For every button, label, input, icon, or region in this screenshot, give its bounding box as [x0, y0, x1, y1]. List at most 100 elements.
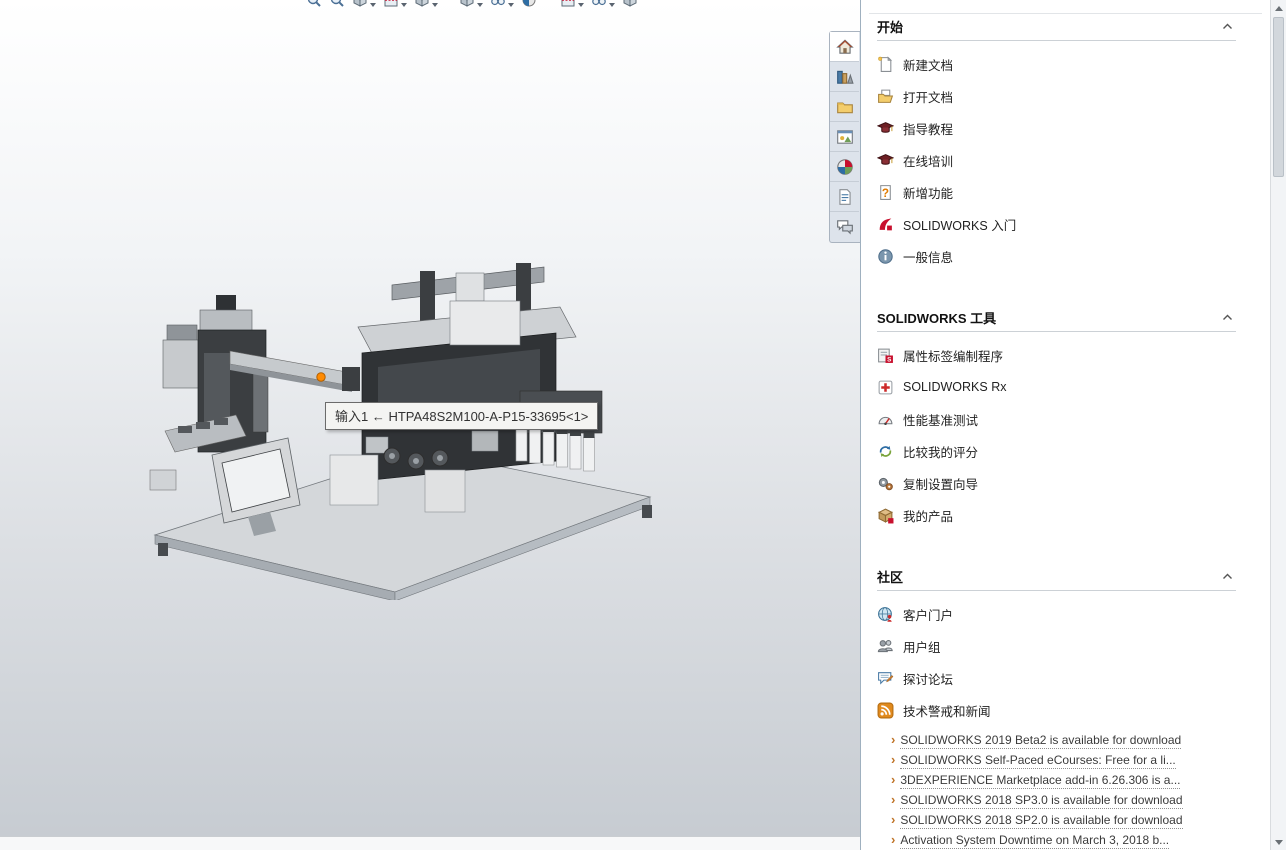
tab-home[interactable]	[830, 32, 859, 62]
news-link[interactable]: SOLIDWORKS 2019 Beta2 is available for d…	[900, 733, 1182, 749]
section-header[interactable]: 开始	[877, 14, 1236, 41]
taskpane-item[interactable]: 属性标签编制程序	[877, 339, 1236, 371]
tab-custom-properties[interactable]	[830, 182, 859, 212]
link-bullet-icon: ›	[891, 752, 896, 767]
graphics-area[interactable]: 输入1 ← HTPA48S2M100-A-P15-33695<1>	[0, 0, 861, 836]
item-label: 指导教程	[903, 122, 954, 137]
item-label: 技术警戒和新闻	[903, 704, 991, 719]
general-info-icon	[877, 248, 894, 265]
edit-appearance-button[interactable]	[521, 0, 537, 10]
news-link[interactable]: 3DEXPERIENCE Marketplace add-in 6.26.306…	[900, 773, 1181, 789]
taskpane-item[interactable]: 技术警戒和新闻	[877, 694, 1236, 726]
taskpane-item[interactable]: SOLIDWORKS 入门	[877, 208, 1236, 240]
taskpane-item[interactable]: 我的产品	[877, 499, 1236, 531]
custom-properties-icon	[836, 188, 854, 206]
news-link[interactable]: SOLIDWORKS 2018 SP3.0 is available for d…	[900, 793, 1183, 809]
tab-design-library[interactable]	[830, 62, 859, 92]
section-header[interactable]: 社区	[877, 564, 1236, 591]
taskpane-item[interactable]: 比较我的评分	[877, 435, 1236, 467]
link-bullet-icon: ›	[891, 832, 896, 847]
section-title: SOLIDWORKS 工具	[877, 311, 997, 326]
taskpane-scrollbar[interactable]	[1270, 0, 1286, 850]
taskpane-item[interactable]: 在线培训	[877, 144, 1236, 176]
section-view-button[interactable]	[383, 0, 407, 10]
apply-scene-button[interactable]	[560, 0, 584, 10]
view-orientation-button[interactable]	[414, 0, 438, 10]
section-header[interactable]: SOLIDWORKS 工具	[877, 305, 1236, 332]
taskpane-item[interactable]: 客户门户	[877, 598, 1236, 630]
tab-file-explorer[interactable]	[830, 92, 859, 122]
display-style-button[interactable]	[459, 0, 483, 10]
taskpane-item[interactable]: 性能基准测试	[877, 403, 1236, 435]
appearances-icon	[836, 158, 854, 176]
copy-settings-wizard-icon	[877, 475, 894, 492]
taskpane-item[interactable]: 指导教程	[877, 112, 1236, 144]
whats-new-icon	[877, 184, 894, 201]
news-item[interactable]: › Activation System Downtime on March 3,…	[891, 832, 1250, 850]
display-style-icon	[459, 0, 475, 8]
view-palette-icon	[836, 128, 854, 146]
news-link[interactable]: SOLIDWORKS 2018 SP2.0 is available for d…	[900, 813, 1183, 829]
item-label: 新建文档	[903, 58, 954, 73]
scroll-up-button[interactable]	[1271, 0, 1286, 16]
news-item[interactable]: › SOLIDWORKS 2018 SP3.0 is available for…	[891, 792, 1250, 812]
item-label: 新增功能	[903, 186, 954, 201]
status-bar	[0, 836, 860, 850]
sw-rx-icon	[877, 379, 894, 396]
previous-view-button[interactable]	[352, 0, 376, 10]
arrow-up-icon	[1274, 5, 1283, 11]
link-bullet-icon: ›	[891, 772, 896, 787]
zoom-fit-button[interactable]	[329, 0, 345, 10]
taskpane-item[interactable]: 新增功能	[877, 176, 1236, 208]
item-label: 比较我的评分	[903, 445, 979, 460]
collapse-chevron-icon[interactable]	[1221, 572, 1234, 581]
taskpane-section: 社区 客户门户 用户组 探讨论坛 技术警戒和新闻	[877, 564, 1236, 726]
taskpane-tabs	[829, 31, 860, 243]
taskpane-item[interactable]: 新建文档	[877, 48, 1236, 80]
collapse-chevron-icon[interactable]	[1221, 313, 1234, 322]
camera-icon	[622, 0, 638, 8]
taskpane-item[interactable]: 一般信息	[877, 240, 1236, 272]
collapse-chevron-icon[interactable]	[1221, 22, 1234, 31]
news-link[interactable]: Activation System Downtime on March 3, 2…	[900, 833, 1170, 849]
zoom-area-icon	[306, 0, 322, 8]
camera-button[interactable]	[622, 0, 638, 10]
item-label: 一般信息	[903, 250, 954, 265]
dropdown-caret-icon[interactable]	[370, 3, 376, 7]
scroll-down-button[interactable]	[1271, 834, 1286, 850]
home-icon	[836, 38, 854, 56]
taskpane-item[interactable]: 探讨论坛	[877, 662, 1236, 694]
taskpane-item[interactable]: 用户组	[877, 630, 1236, 662]
news-item[interactable]: › SOLIDWORKS 2018 SP2.0 is available for…	[891, 812, 1250, 832]
item-label: 属性标签编制程序	[903, 349, 1004, 364]
news-item[interactable]: › SOLIDWORKS Self-Paced eCourses: Free f…	[891, 752, 1250, 772]
tab-forum[interactable]	[830, 212, 859, 242]
dropdown-caret-icon[interactable]	[477, 3, 483, 7]
news-link[interactable]: SOLIDWORKS Self-Paced eCourses: Free for…	[900, 753, 1176, 769]
taskpane-item[interactable]: 打开文档	[877, 80, 1236, 112]
tab-appearances[interactable]	[830, 152, 859, 182]
design-library-icon	[836, 68, 854, 86]
item-label: 我的产品	[903, 509, 954, 524]
taskpane-item[interactable]: SOLIDWORKS Rx	[877, 371, 1236, 403]
news-item[interactable]: › SOLIDWORKS 2019 Beta2 is available for…	[891, 732, 1250, 752]
dropdown-caret-icon[interactable]	[578, 3, 584, 7]
dropdown-caret-icon[interactable]	[401, 3, 407, 7]
scrollbar-thumb[interactable]	[1273, 17, 1284, 177]
forum-icon	[836, 218, 854, 236]
hide-show-items-button[interactable]	[490, 0, 514, 10]
dropdown-caret-icon[interactable]	[609, 3, 615, 7]
tutorials-icon	[877, 120, 894, 137]
section-title: 社区	[877, 570, 904, 585]
tab-view-palette[interactable]	[830, 122, 859, 152]
link-bullet-icon: ›	[891, 812, 896, 827]
news-item[interactable]: › 3DEXPERIENCE Marketplace add-in 6.26.3…	[891, 772, 1250, 792]
zoom-fit-icon	[329, 0, 345, 8]
item-label: SOLIDWORKS 入门	[903, 218, 1017, 233]
dropdown-caret-icon[interactable]	[432, 3, 438, 7]
zoom-area-button[interactable]	[306, 0, 322, 10]
dropdown-caret-icon[interactable]	[508, 3, 514, 7]
view-settings-button[interactable]	[591, 0, 615, 10]
taskpane-section: 开始 新建文档 打开文档 指导教程 在线培训 新增功能 SOLIDWORKS 入…	[877, 14, 1236, 272]
taskpane-item[interactable]: 复制设置向导	[877, 467, 1236, 499]
